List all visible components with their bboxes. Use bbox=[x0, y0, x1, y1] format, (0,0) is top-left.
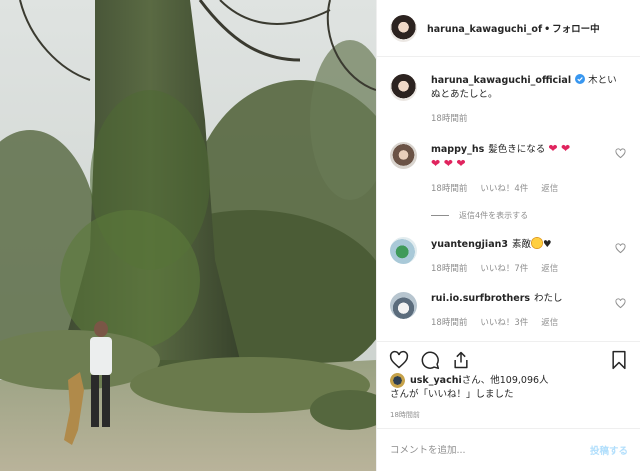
comment-meta: 18時間前 いいね！4件 返信 bbox=[431, 182, 621, 196]
photo-scene-tree-and-dog bbox=[0, 0, 376, 471]
reply-button[interactable]: 返信 bbox=[541, 182, 558, 196]
heart-emoji: ❤ ❤ bbox=[548, 142, 571, 155]
header-username[interactable]: haruna_kawaguchi_of bbox=[427, 24, 542, 35]
following-button[interactable]: フォロー中 bbox=[552, 24, 600, 35]
likes-summary: usk_yachi さん、他109,096人 さんが「いいね！」しました bbox=[390, 373, 630, 401]
share-icon[interactable] bbox=[451, 350, 471, 370]
comment-likes[interactable]: いいね！3件 bbox=[480, 316, 528, 330]
comment-body: yuantengjian3 素敵 ♥ 18時間前 いいね！7件 返信 bbox=[431, 237, 621, 276]
comment-meta: 18時間前 いいね！7件 返信 bbox=[431, 262, 621, 276]
comment-icon[interactable] bbox=[420, 350, 440, 370]
comments-list[interactable]: haruna_kawaguchi_official 木といぬとあたしと。 18時間… bbox=[377, 58, 640, 341]
comment-likes[interactable]: いいね！4件 bbox=[480, 182, 528, 196]
header-separator: • bbox=[544, 24, 551, 35]
likes-line2: さんが「いいね！」しました bbox=[390, 389, 514, 400]
liker-username[interactable]: usk_yachi bbox=[410, 374, 462, 387]
likes-row: usk_yachi さん、他109,096人 bbox=[390, 373, 630, 388]
reply-button[interactable]: 返信 bbox=[541, 262, 558, 276]
likes-count[interactable]: さん、他109,096人 bbox=[462, 374, 549, 387]
action-bar bbox=[377, 341, 640, 371]
verified-badge-icon bbox=[575, 74, 586, 84]
like-heart-icon[interactable] bbox=[615, 243, 626, 254]
comment-text: 素敵 bbox=[511, 239, 531, 250]
replies-divider bbox=[431, 215, 449, 216]
comment: rui.io.surfbrothers わたし 18時間前 いいね！3件 返信 bbox=[390, 276, 628, 330]
view-replies-label: 返信4件を表示する bbox=[459, 211, 529, 220]
post-header: haruna_kawaguchi_of • フォロー中 bbox=[377, 0, 640, 57]
comment: yuantengjian3 素敵 ♥ 18時間前 いいね！7件 返信 bbox=[390, 221, 628, 276]
caption-avatar[interactable] bbox=[390, 74, 417, 101]
comment: mappy_hs 髪色きになる ❤ ❤ ❤ ❤ ❤ 18時間前 いいね！4件 返信 bbox=[390, 126, 628, 196]
like-heart-icon[interactable] bbox=[615, 298, 626, 309]
add-comment-bar: 投稿する bbox=[377, 428, 640, 471]
smiling-face-emoji bbox=[531, 237, 543, 249]
view-replies-button[interactable]: 返信4件を表示する bbox=[431, 210, 628, 221]
comment-meta: 18時間前 いいね！3件 返信 bbox=[431, 316, 621, 330]
comment-avatar[interactable] bbox=[390, 142, 417, 169]
post-photo[interactable] bbox=[0, 0, 376, 471]
comment-input[interactable] bbox=[390, 444, 590, 456]
comment-avatar[interactable] bbox=[390, 292, 417, 319]
comment-text: 髪色きになる bbox=[488, 144, 546, 155]
post-time[interactable]: 18時間前 bbox=[390, 410, 420, 420]
comment-time[interactable]: 18時間前 bbox=[431, 182, 467, 196]
caption: haruna_kawaguchi_official 木といぬとあたしと。 18時間… bbox=[390, 58, 628, 126]
like-heart-icon[interactable] bbox=[615, 148, 626, 159]
post-button[interactable]: 投稿する bbox=[590, 443, 628, 457]
heart-icon[interactable] bbox=[389, 350, 409, 370]
caption-time[interactable]: 18時間前 bbox=[431, 112, 467, 126]
instagram-post: haruna_kawaguchi_of • フォロー中 haruna_kawaguc… bbox=[0, 0, 640, 471]
post-side-panel: haruna_kawaguchi_of • フォロー中 haruna_kawaguc… bbox=[376, 0, 640, 471]
header-user-line: haruna_kawaguchi_of • フォロー中 bbox=[427, 21, 600, 35]
caption-meta: 18時間前 bbox=[431, 112, 621, 126]
owner-avatar[interactable] bbox=[390, 14, 417, 42]
heart-emoji: ❤ ❤ ❤ bbox=[431, 157, 466, 170]
comment-username[interactable]: mappy_hs bbox=[431, 144, 484, 155]
liker-avatar[interactable] bbox=[390, 373, 405, 388]
caption-username[interactable]: haruna_kawaguchi_official bbox=[431, 75, 571, 86]
comment-likes[interactable]: いいね！7件 bbox=[480, 262, 528, 276]
comment-trailing-heart: ♥ bbox=[543, 239, 552, 250]
comment-body: mappy_hs 髪色きになる ❤ ❤ ❤ ❤ ❤ 18時間前 いいね！4件 返信 bbox=[431, 142, 621, 196]
caption-body: haruna_kawaguchi_official 木といぬとあたしと。 18時間… bbox=[431, 74, 621, 126]
comment-text: わたし bbox=[534, 293, 563, 304]
comment-avatar[interactable] bbox=[390, 237, 417, 264]
comment-time[interactable]: 18時間前 bbox=[431, 262, 467, 276]
comment-time[interactable]: 18時間前 bbox=[431, 316, 467, 330]
reply-button[interactable]: 返信 bbox=[541, 316, 558, 330]
comment-username[interactable]: rui.io.surfbrothers bbox=[431, 293, 530, 304]
bookmark-icon[interactable] bbox=[609, 350, 629, 370]
comment-username[interactable]: yuantengjian3 bbox=[431, 239, 508, 250]
comment-body: rui.io.surfbrothers わたし 18時間前 いいね！3件 返信 bbox=[431, 292, 621, 330]
